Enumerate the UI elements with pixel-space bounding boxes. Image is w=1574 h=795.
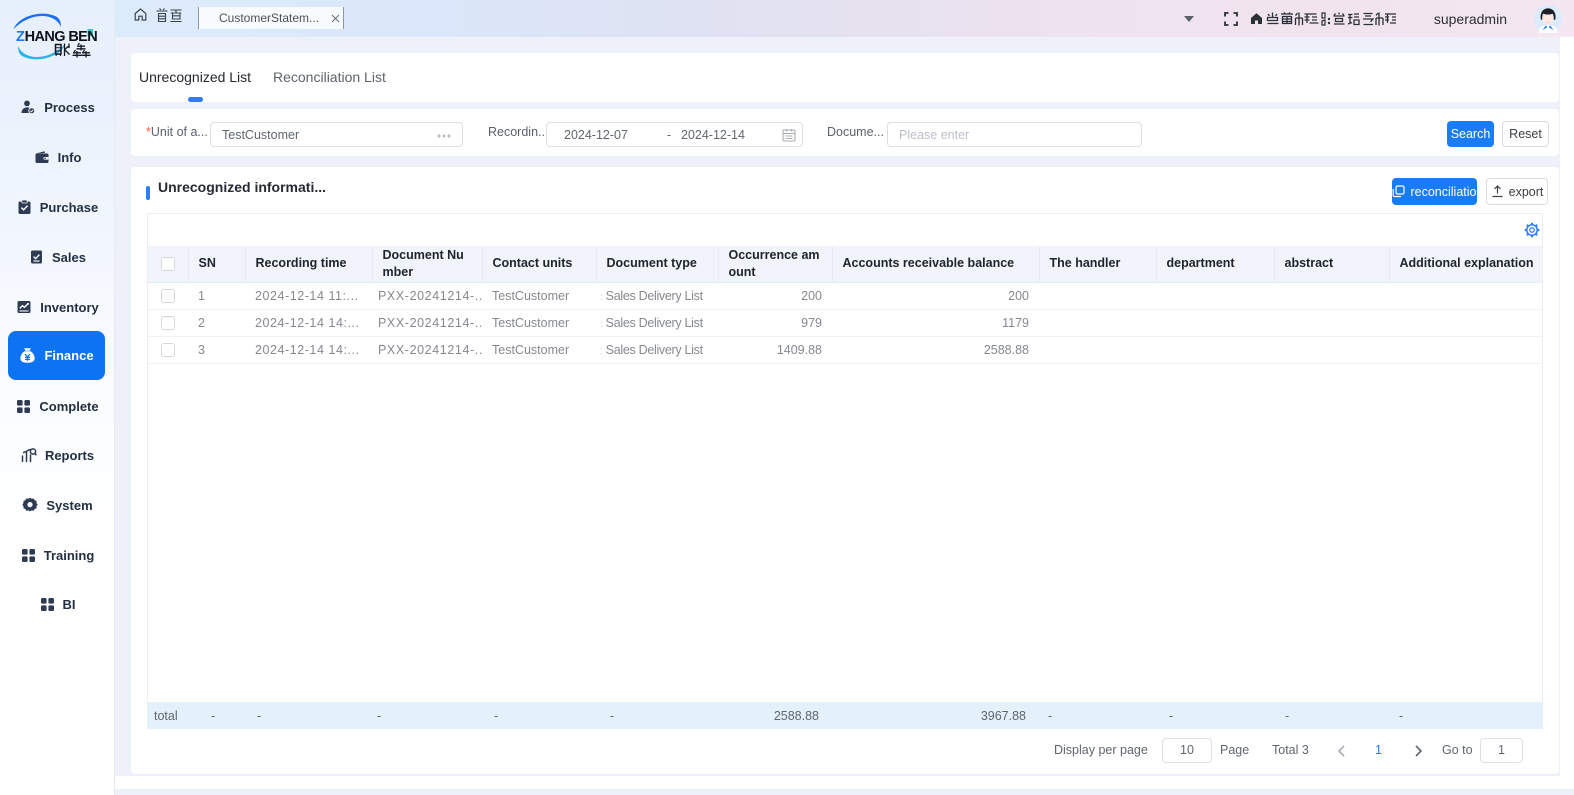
svg-text:HANG BEN: HANG BEN [25,29,98,45]
svg-text:Z: Z [16,29,25,45]
